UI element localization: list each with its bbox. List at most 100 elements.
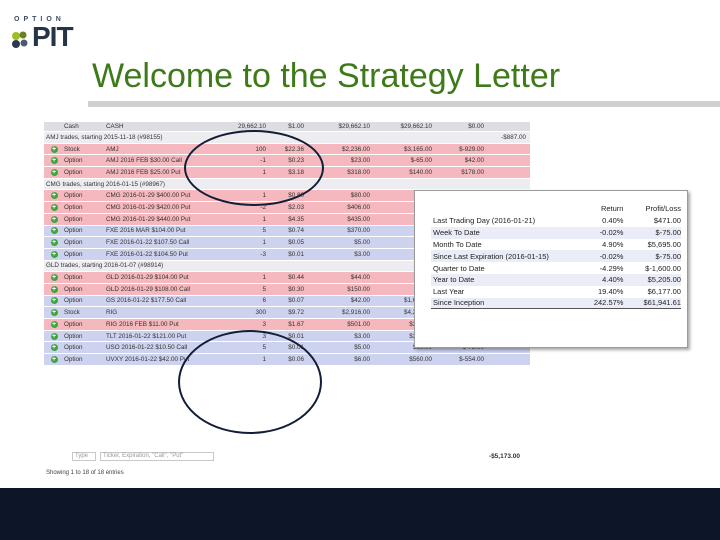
cell-cost: $406.00 [347,203,370,211]
expand-cell: + [44,250,64,258]
expand-cell: + [44,332,64,340]
cell-price: $0.07 [288,297,304,305]
group-pl: -$887.00 [501,133,526,141]
cell-market: $29,662.10 [400,123,432,130]
expand-plus-icon[interactable]: + [50,309,58,317]
expand-plus-icon[interactable]: + [50,274,58,282]
cell-qty: 1 [262,215,266,223]
cell-security: CMG 2016-01-29 $420.00 Put [106,203,191,211]
cell-type: Option [64,285,83,293]
entries-count: Showing 1 to 18 of 18 entries [46,470,124,476]
expand-cell: + [44,215,64,223]
returns-row: Year to Date 4.40% $5,205.00 [431,273,681,286]
returns-value: 0.40% [602,216,624,226]
cell-type: Option [64,332,83,340]
cell-security: GLD 2016-01-29 $108.00 Call [106,285,191,293]
expand-plus-icon[interactable]: + [50,344,58,352]
expand-cell: + [44,320,64,328]
returns-col-return: Return [600,203,624,213]
cell-price: $0.01 [288,250,304,258]
cell-type: Option [64,203,83,211]
cell-pl: $0.00 [468,123,484,130]
returns-period-label: Week To Date [433,228,480,238]
cell-security: CMG 2016-01-29 $440.00 Put [106,215,191,223]
returns-row: Since Inception 242.57% $61,941.61 [431,297,681,310]
returns-row: Month To Date 4.90% $5,695.00 [431,239,681,251]
ticker-filter-input[interactable]: Ticker, Expiration, "Call", "Put" [100,452,214,461]
returns-value: -0.02% [599,251,624,261]
returns-value: 242.57% [593,298,624,308]
expand-plus-icon[interactable]: + [50,285,58,293]
cell-market: $560.00 [409,355,432,363]
cell-type: Stock [64,309,80,317]
expand-plus-icon[interactable]: + [50,297,58,305]
expand-cell: + [44,203,64,211]
expand-cell: + [44,157,64,165]
bottom-bar [0,488,720,540]
expand-plus-icon[interactable]: + [50,250,58,258]
returns-pl-value: $5,205.00 [647,275,681,285]
cell-security: RIG 2016 FEB $11.00 Put [106,320,179,328]
expand-plus-icon[interactable]: + [50,239,58,247]
expand-plus-icon[interactable]: + [50,215,58,223]
cell-pl: $-554.00 [459,355,484,363]
cell-price: $2.03 [288,203,304,211]
expand-cell: + [44,168,64,176]
type-filter-input[interactable]: Type [72,452,96,461]
expand-cell: + [44,344,64,352]
expand-plus-icon[interactable]: + [50,192,58,200]
cell-market: $3,165.00 [403,145,432,153]
expand-plus-icon[interactable]: + [50,320,58,328]
expand-plus-icon[interactable]: + [50,157,58,165]
returns-period-label: Since Last Expiration (2016-01-15) [433,251,549,261]
expand-plus-icon[interactable]: + [50,145,58,153]
cell-price: $1.67 [288,320,304,328]
expand-cell: + [44,192,64,200]
cell-type: Option [64,274,83,282]
cell-cost: $3.00 [354,250,370,258]
returns-pl-value: $6,177.00 [647,287,681,297]
returns-period-label: Last Trading Day (2016-01-21) [433,216,536,226]
cell-qty: 6 [262,297,266,305]
cell-price: $1.00 [288,123,304,130]
expand-plus-icon[interactable]: + [50,203,58,211]
expand-cell: + [44,285,64,293]
cell-cost: $2,916.00 [341,309,370,317]
returns-row: Since Last Expiration (2016-01-15) -0.02%… [431,250,681,263]
cell-type: Option [64,227,83,235]
returns-period-label: Quarter to Date [433,263,485,273]
cell-cost: $150.00 [347,285,370,293]
returns-value: -4.29% [599,263,624,273]
returns-value: 4.90% [602,239,624,249]
cell-cost: $29,662.10 [338,123,370,130]
cell-security: FXE 2016-01-22 $107.50 Call [106,239,190,247]
cell-cost: $501.00 [347,320,370,328]
cell-pl: $42.00 [464,157,484,165]
returns-row: Week To Date -0.02% $-75.00 [431,226,681,239]
cell-price: $0.74 [288,227,304,235]
highlight-circle-top [184,130,324,206]
cell-qty: 29,662.10 [237,123,266,130]
expand-plus-icon[interactable]: + [50,355,58,363]
returns-panel: Return Profit/Loss Last Trading Day (201… [414,190,688,348]
group-label: GLD trades, starting 2016-01-07 (#98914) [46,262,164,270]
cell-type: Option [64,297,83,305]
cell-pl: $-929.00 [459,145,484,153]
option-pit-logo: OPTION PIT [8,16,100,52]
expand-plus-icon[interactable]: + [50,227,58,235]
returns-body: Last Trading Day (2016-01-21) 0.40% $471.0… [431,215,681,310]
cell-pl: $178.00 [461,168,484,176]
expand-plus-icon[interactable]: + [50,332,58,340]
returns-value: 4.40% [602,275,624,285]
cell-type: Option [64,250,83,258]
cell-qty: 300 [255,309,266,317]
cell-type: Option [64,192,83,200]
cell-type: Option [64,239,83,247]
expand-plus-icon[interactable]: + [50,168,58,176]
cell-cost: $370.00 [347,227,370,235]
cell-cost: $5.00 [354,239,370,247]
title-divider [88,101,720,107]
cell-price: $0.44 [288,274,304,282]
cash-row: Cash CASH 29,662.10 $1.00 $29,662.10 $29… [44,122,530,132]
cell-security: GLD 2016-01-29 $104.00 Put [106,274,189,282]
